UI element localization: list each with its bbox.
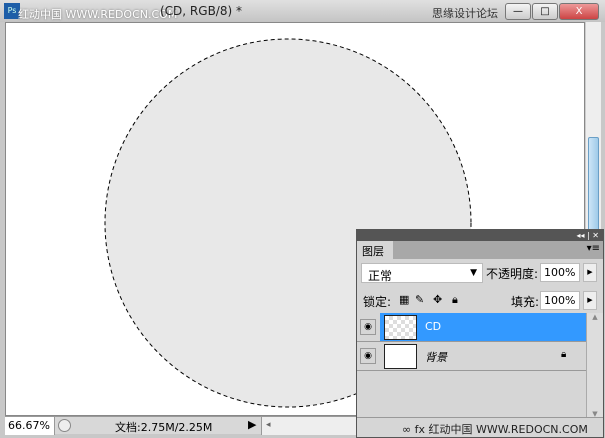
lock-position-icon[interactable]: ✥ [433,293,442,306]
panel-menu-icon[interactable]: ▾≡ [587,243,600,254]
close-button[interactable]: X [559,3,599,20]
chevron-down-icon: ▼ [470,268,477,278]
status-icon[interactable] [58,419,71,432]
lock-all-icon[interactable]: 🔒︎ [452,293,458,307]
eye-icon[interactable]: ◉ [360,348,376,364]
status-bar: 66.67% 文档:2.75M/2.25M ▶ ◂ [5,416,360,435]
zoom-level[interactable]: 66.67% [5,417,55,435]
lock-icon: 🔒︎ [561,349,567,360]
status-menu-arrow[interactable]: ▶ [248,418,256,431]
lock-label: 锁定: [363,295,392,309]
tab-layers[interactable]: 图层 [357,241,393,259]
layers-scrollbar[interactable]: ▲ ▼ [586,313,603,418]
layer-thumbnail [384,344,417,369]
layers-panel: ◂◂ | ✕ 图层 ▾≡ 正常 ▼ 不透明度: 100% ▶ 锁定: ▦ ✎ ✥ … [356,229,604,438]
layer-row[interactable]: ◉ 背景 🔒︎ [357,342,586,371]
opacity-label: 不透明度: [486,267,539,281]
fill-slider-button[interactable]: ▶ [583,291,597,310]
blend-mode-select[interactable]: 正常 ▼ [361,263,483,283]
doc-info: 文档:2.75M/2.25M [115,421,213,434]
title-bar: Ps 红动中国 WWW.REDOCN.COM (CD, RGB/8) * 思缘设… [0,0,605,34]
opacity-slider-button[interactable]: ▶ [583,263,597,282]
layer-name: 背景 [425,351,447,364]
lock-transparent-icon[interactable]: ▦ [399,293,409,306]
panel-collapse[interactable]: ◂◂ | ✕ [357,230,603,241]
eye-icon[interactable]: ◉ [360,319,376,335]
watermark-left: 红动中国 WWW.REDOCN.COM [18,8,178,21]
scroll-thumb[interactable] [588,137,599,232]
opacity-input[interactable]: 100% [540,263,580,282]
horizontal-scrollbar[interactable]: ◂ [261,417,360,435]
fill-label: 填充: [511,295,540,309]
layer-name: CD [425,320,442,333]
maximize-button[interactable]: □ [532,3,558,20]
lock-paint-icon[interactable]: ✎ [415,293,424,306]
fill-input[interactable]: 100% [540,291,580,310]
panel-footer[interactable]: ∞ fx 红动中国 WWW.REDOCN.COM [357,417,603,438]
layer-row[interactable]: ◉ CD [357,313,586,342]
layer-thumbnail [384,315,417,340]
minimize-button[interactable]: — [505,3,531,20]
document-title: (CD, RGB/8) * [160,4,242,18]
blend-mode-value: 正常 [368,269,393,283]
